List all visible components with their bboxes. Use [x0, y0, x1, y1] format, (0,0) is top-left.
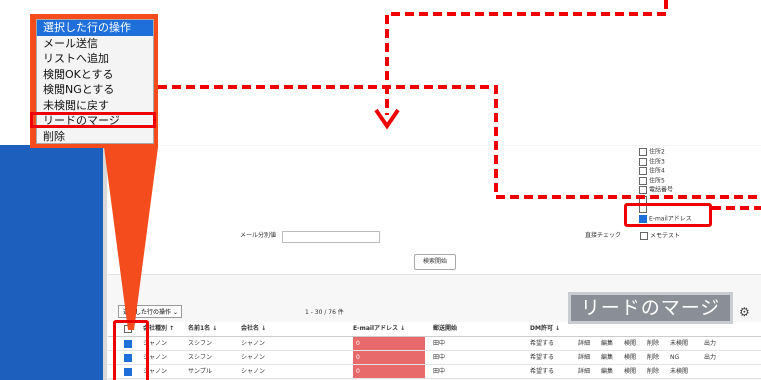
menu-item-mark-ng[interactable]: 検閲NGとする: [37, 82, 153, 98]
callout-tail: [104, 147, 158, 330]
lead-merge-callout: リードのマージ: [568, 292, 733, 324]
gear-icon[interactable]: ⚙: [739, 305, 750, 319]
menu-item-mark-ok[interactable]: 検閲OKとする: [37, 67, 153, 83]
menu-item-reset[interactable]: 未検閲に戻す: [37, 98, 153, 114]
email-option-highlight: [624, 203, 712, 227]
checkbox-column-highlight: [113, 320, 149, 380]
down-arrow-icon: [374, 108, 400, 130]
menu-item-header[interactable]: 選択した行の操作: [37, 20, 153, 36]
menu-item-send-mail[interactable]: メール送信: [37, 36, 153, 52]
guide-line-top: [385, 0, 668, 115]
guide-line-menu: [158, 85, 761, 199]
menu-item-add-to-list[interactable]: リストへ追加: [37, 51, 153, 67]
lead-merge-highlight: [30, 112, 156, 128]
menu-item-delete[interactable]: 削除: [37, 129, 153, 145]
